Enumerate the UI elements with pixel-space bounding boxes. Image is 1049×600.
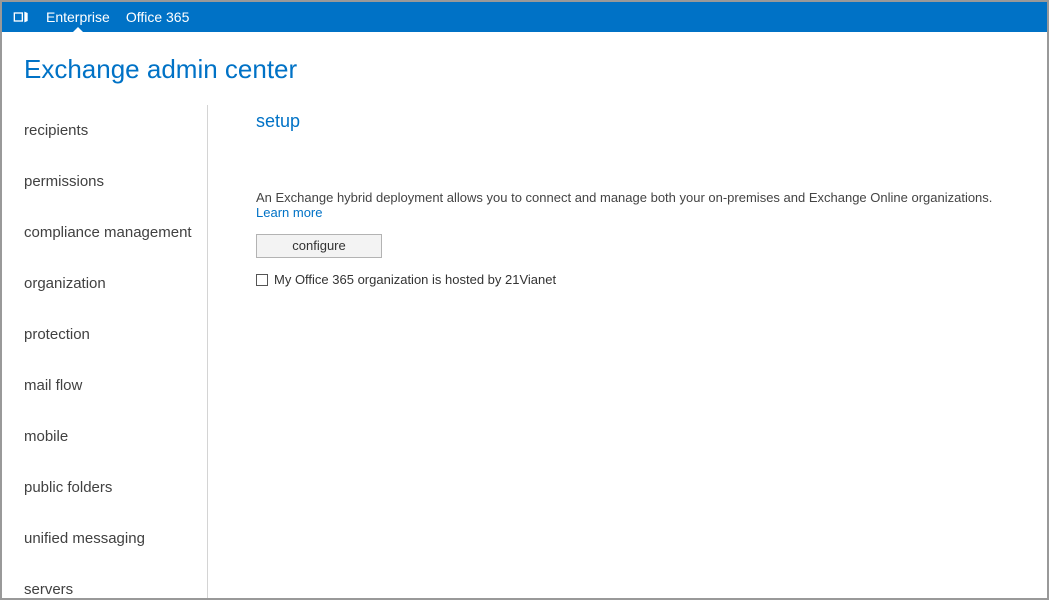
page-title: Exchange admin center bbox=[24, 54, 1047, 85]
sidebar-item-permissions[interactable]: permissions bbox=[2, 162, 207, 201]
configure-button[interactable]: configure bbox=[256, 234, 382, 258]
top-tab-enterprise[interactable]: Enterprise bbox=[46, 9, 110, 25]
office-logo-icon bbox=[12, 8, 30, 26]
tab-setup[interactable]: setup bbox=[256, 111, 300, 131]
vianet-checkbox-label: My Office 365 organization is hosted by … bbox=[274, 272, 556, 287]
sidebar-item-servers[interactable]: servers bbox=[2, 570, 207, 598]
sidebar: recipients permissions compliance manage… bbox=[2, 105, 208, 598]
sidebar-item-public-folders[interactable]: public folders bbox=[2, 468, 207, 507]
hybrid-description: An Exchange hybrid deployment allows you… bbox=[256, 190, 1017, 220]
sidebar-item-organization[interactable]: organization bbox=[2, 264, 207, 303]
main-pane: setup An Exchange hybrid deployment allo… bbox=[208, 105, 1047, 598]
top-tab-office365[interactable]: Office 365 bbox=[126, 9, 190, 25]
sidebar-item-protection[interactable]: protection bbox=[2, 315, 207, 354]
learn-more-link[interactable]: Learn more bbox=[256, 205, 322, 220]
header-area: Exchange admin center bbox=[2, 32, 1047, 105]
description-text: An Exchange hybrid deployment allows you… bbox=[256, 190, 992, 205]
sidebar-item-compliance-management[interactable]: compliance management bbox=[2, 213, 207, 252]
top-bar: Enterprise Office 365 bbox=[2, 2, 1047, 32]
sidebar-item-mobile[interactable]: mobile bbox=[2, 417, 207, 456]
vianet-checkbox[interactable] bbox=[256, 274, 268, 286]
sidebar-item-recipients[interactable]: recipients bbox=[2, 111, 207, 150]
sidebar-item-unified-messaging[interactable]: unified messaging bbox=[2, 519, 207, 558]
sidebar-item-mail-flow[interactable]: mail flow bbox=[2, 366, 207, 405]
